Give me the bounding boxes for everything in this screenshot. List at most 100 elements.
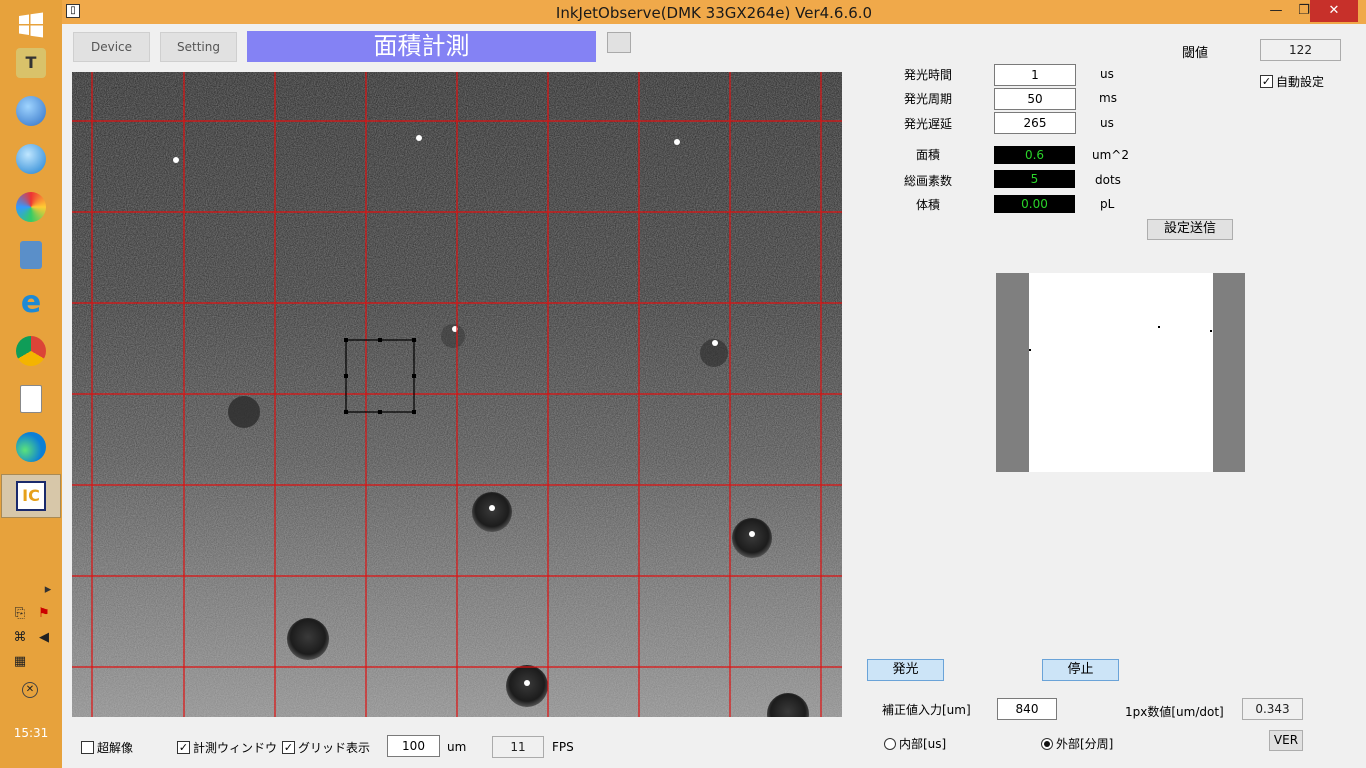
edge-icon[interactable]	[12, 428, 50, 466]
emit-time-input[interactable]: 1	[994, 64, 1076, 86]
preview-image	[1029, 273, 1213, 472]
super-resolution-label: 超解像	[97, 741, 134, 755]
resize-handle[interactable]	[344, 410, 348, 414]
highlight	[489, 505, 495, 511]
title-bar: ▯ InkJetObserve(DMK 33GX264e) Ver4.6.6.0…	[62, 0, 1366, 24]
volume-label: 体積	[916, 198, 941, 212]
preview-dot	[1158, 326, 1160, 328]
auto-setting-checkbox[interactable]: ✓ 自動設定	[1260, 73, 1324, 90]
network-icon[interactable]: ⌘	[12, 630, 28, 646]
grid-display-label: グリッド表示	[298, 741, 371, 755]
grid-size-unit: um	[447, 740, 467, 754]
highlight	[712, 340, 718, 346]
droplet	[732, 518, 772, 558]
auto-setting-label: 自動設定	[1276, 75, 1325, 89]
device-button[interactable]: Device	[73, 32, 150, 62]
setting-button[interactable]: Setting	[160, 32, 237, 62]
emit-period-unit: ms	[1099, 91, 1117, 105]
area-unit: um^2	[1092, 148, 1129, 162]
resize-handle[interactable]	[412, 410, 416, 414]
window-title: InkJetObserve(DMK 33GX264e) Ver4.6.6.0	[555, 4, 873, 22]
radio-circle-selected[interactable]	[1041, 737, 1053, 750]
total-pixels-label: 総画素数	[904, 174, 953, 188]
grid-display-checkbox[interactable]: ✓ グリッド表示	[282, 739, 370, 756]
send-settings-button[interactable]: 設定送信	[1147, 219, 1233, 240]
area-label: 面積	[916, 148, 941, 162]
fps-label: FPS	[552, 740, 574, 754]
correction-input[interactable]: 840	[997, 698, 1057, 720]
inkjet-observe-taskbar-item[interactable]: IC	[1, 474, 61, 518]
tera-term-icon[interactable]: T	[12, 44, 50, 82]
volume-icon[interactable]: ◀	[36, 630, 52, 646]
close-icon[interactable]: ✕	[1310, 0, 1358, 22]
radio-circle[interactable]	[884, 737, 896, 750]
highlight	[749, 531, 755, 537]
blank-button[interactable]	[607, 32, 631, 53]
highlight	[173, 157, 179, 163]
highlight	[524, 680, 530, 686]
external-radio-label: 外部[分周]	[1056, 737, 1114, 751]
checkbox-box[interactable]	[81, 741, 94, 754]
keyboard-icon[interactable]: ▦	[12, 654, 28, 670]
emit-period-label: 発光周期	[904, 92, 953, 106]
droplet	[472, 492, 512, 532]
minimize-icon[interactable]: —	[1262, 0, 1290, 22]
emit-delay-input[interactable]: 265	[994, 112, 1076, 134]
resize-handle[interactable]	[344, 374, 348, 378]
taskbar: T e IC ▸ ⎘ ⚑ ⌘ ◀ ▦ ✕ 15:31	[0, 0, 62, 768]
preview-dot	[1029, 349, 1031, 351]
volume-unit: pL	[1100, 197, 1115, 211]
correction-label: 補正値入力[um]	[882, 703, 971, 717]
total-pixels-unit: dots	[1095, 173, 1121, 187]
volume-value: 0.00	[994, 195, 1075, 213]
checkbox-box[interactable]: ✓	[1260, 75, 1273, 88]
calculator-icon[interactable]	[12, 236, 50, 274]
paint-palette-icon[interactable]	[12, 188, 50, 226]
fps-value: 11	[492, 736, 544, 758]
emit-time-label: 発光時間	[904, 68, 953, 82]
stop-button[interactable]: 停止	[1042, 659, 1119, 681]
emit-button[interactable]: 発光	[867, 659, 944, 681]
emit-time-unit: us	[1100, 67, 1114, 81]
measure-window-label: 計測ウィンドウ	[193, 741, 278, 755]
usb-device-icon[interactable]: ⎘	[12, 606, 28, 622]
area-value: 0.6	[994, 146, 1075, 164]
resize-handle[interactable]	[378, 338, 382, 342]
total-pixels-value: 5	[994, 170, 1075, 188]
px-value: 0.343	[1242, 698, 1303, 720]
action-center-flag-icon[interactable]: ⚑	[36, 606, 52, 622]
browser-globe-icon[interactable]	[12, 140, 50, 178]
internal-radio-label: 内部[us]	[899, 737, 947, 751]
chevron-right-icon[interactable]: ▸	[40, 582, 56, 598]
close-circle-icon[interactable]: ✕	[22, 682, 38, 698]
emit-delay-label: 発光遅延	[904, 117, 953, 131]
px-value-label: 1px数値[um/dot]	[1125, 705, 1224, 719]
measure-window-checkbox[interactable]: ✓ 計測ウィンドウ	[177, 739, 277, 756]
resize-handle[interactable]	[412, 338, 416, 342]
emit-period-input[interactable]: 50	[994, 88, 1076, 110]
resize-handle[interactable]	[412, 374, 416, 378]
grid-size-input[interactable]: 100	[387, 735, 440, 757]
network-globe-icon[interactable]	[12, 92, 50, 130]
chrome-icon[interactable]	[12, 332, 50, 370]
external-radio[interactable]: 外部[分周]	[1041, 735, 1113, 752]
checkbox-box[interactable]: ✓	[177, 741, 190, 754]
notepad-icon[interactable]	[12, 380, 50, 418]
ic-app-icon: IC	[16, 481, 46, 511]
threshold-label: 閾値	[1182, 46, 1209, 61]
checkbox-box[interactable]: ✓	[282, 741, 295, 754]
emit-delay-unit: us	[1100, 116, 1114, 130]
super-resolution-checkbox[interactable]: 超解像	[81, 739, 133, 756]
resize-handle[interactable]	[378, 410, 382, 414]
camera-overlay	[72, 72, 842, 717]
internet-explorer-icon[interactable]: e	[12, 284, 50, 322]
windows-start-icon[interactable]	[12, 6, 50, 44]
resize-handle[interactable]	[344, 338, 348, 342]
clock[interactable]: 15:31	[0, 726, 62, 740]
internal-radio[interactable]: 内部[us]	[884, 735, 946, 752]
ver-button[interactable]: VER	[1269, 730, 1303, 751]
binary-preview	[996, 273, 1245, 472]
camera-view[interactable]	[72, 72, 842, 717]
preview-dot	[1210, 330, 1212, 332]
highlight	[416, 135, 422, 141]
